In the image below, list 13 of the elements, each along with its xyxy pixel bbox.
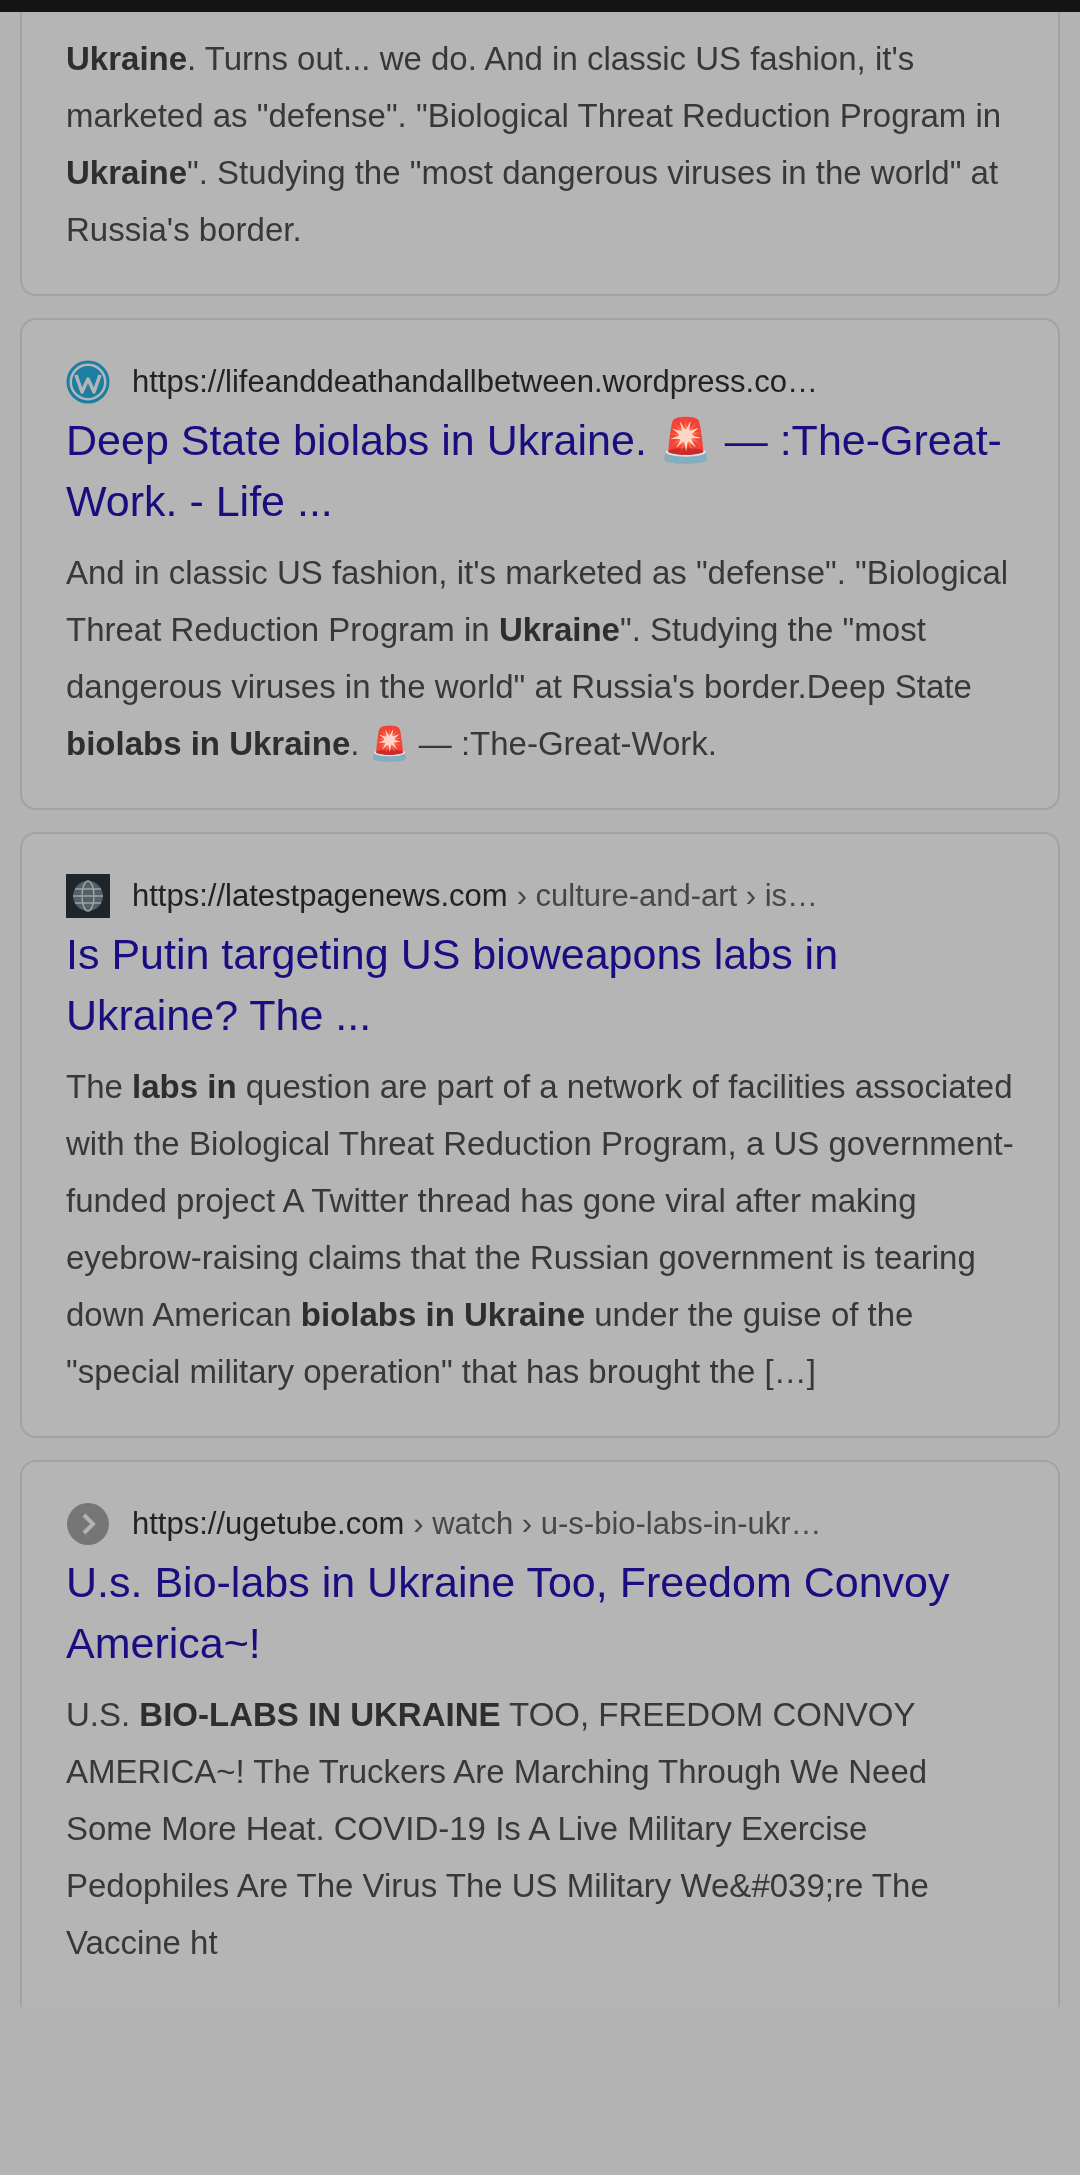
result-url[interactable]: https://latestpagenews.com › culture-and-art › is…: [132, 878, 819, 914]
result-snippet: Ukraine. Turns out... we do. And in classic US fashion, it's marketed as "defense". "Biological Threat Reduction Program in Ukraine". Studying the "most dangerous viruses in the world" at Russia's border.: [66, 39, 1003, 250]
result-snippet: The labs in question are part of a network of facilities associated with the Biological Threat Reduction Program, a US government-funded project A Twitter thread has gone viral after making eyebrow-raising claims that the Russian government is tearing down American biolabs in Ukraine under the guise of the "special military operation" that has brought the […]: [66, 1067, 1014, 1392]
result-snippet: U.S. BIO-LABS IN UKRAINE TOO, FREEDOM CONVOY AMERICA~! The Truckers Are Marching Through We Need Some More Heat. COVID-19 Is A Live Military Exercise Pedophiles Are The Virus The US Military We&#039;re The Vaccine ht: [66, 1695, 930, 1963]
result-snippet: And in classic US fashion, it's marketed as "defense". "Biological Threat Reduction Program in Ukraine". Studying the "most dangerous viruses in the world" at Russia's border.Deep State biolabs in Ukraine. 🚨 — :The-Great-Work.: [66, 553, 1010, 764]
result-url[interactable]: https://lifeanddeathandallbetween.wordpress.co…: [132, 364, 818, 400]
chevron-icon: [66, 1502, 110, 1546]
result-title[interactable]: Deep State biolabs in Ukraine. 🚨 — :The-Great-Work. - Life ...: [66, 410, 1014, 532]
globe-icon: [66, 874, 110, 918]
result-title[interactable]: U.s. Bio-labs in Ukraine Too, Freedom Convoy America~!: [66, 1552, 1014, 1674]
result-url[interactable]: https://ugetube.com › watch › u-s-bio-labs-in-ukr…: [132, 1506, 822, 1542]
result-title[interactable]: Is Putin targeting US bioweapons labs in Ukraine? The ...: [66, 924, 1014, 1046]
wordpress-logo-icon: [66, 360, 110, 404]
